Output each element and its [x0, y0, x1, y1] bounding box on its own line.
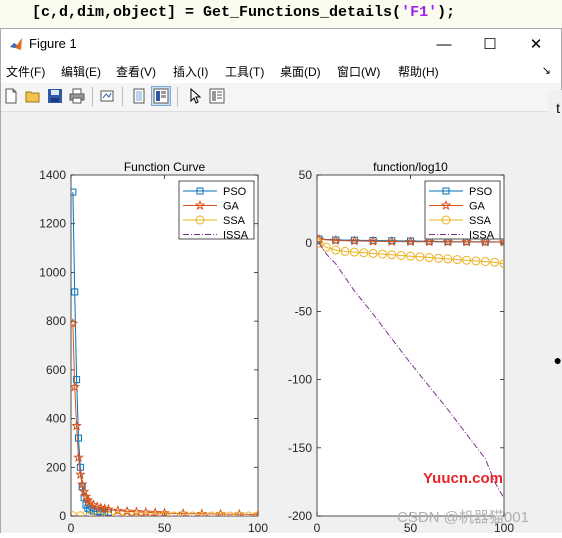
x-tick-label: 0	[68, 521, 75, 533]
x-tick-label: 0	[314, 521, 321, 533]
matlab-logo-icon	[9, 37, 23, 51]
y-tick-label: 1000	[39, 265, 66, 279]
editor-clipped-text: t	[556, 100, 560, 116]
chart-title: Function Curve	[124, 160, 206, 174]
x-tick-label: 100	[248, 521, 268, 533]
menu-window[interactable]: 窗口(W)	[337, 63, 380, 80]
close-button[interactable]: ✕	[513, 29, 559, 59]
legend-label: SSA	[469, 215, 492, 227]
menu-view[interactable]: 查看(V)	[116, 63, 156, 80]
y-tick-label: 1400	[39, 168, 66, 182]
legend-label: ISSA	[469, 230, 495, 242]
legend-label: GA	[223, 201, 240, 213]
menu-overflow-icon[interactable]: ↘	[542, 64, 551, 77]
x-tick-label: 50	[158, 521, 172, 533]
edit-plot-cursor-icon[interactable]	[185, 86, 205, 106]
site-watermark: Yuucn.com	[423, 470, 503, 487]
maximize-icon: ☐	[483, 35, 496, 53]
y-tick-label: 0	[59, 509, 66, 523]
show-plot-tools-icon[interactable]	[151, 86, 171, 106]
legend-label: SSA	[223, 215, 246, 227]
toolbar	[1, 83, 561, 112]
code-line[interactable]: [c,d,dim,object] = Get_Functions_details…	[0, 0, 562, 28]
menu-insert[interactable]: 插入(I)	[173, 63, 208, 80]
link-plot-icon[interactable]	[97, 86, 117, 106]
menu-tools[interactable]: 工具(T)	[225, 63, 264, 80]
author-watermark: CSDN @机器猫001	[397, 506, 529, 527]
y-tick-label: 200	[46, 460, 66, 474]
property-inspector-icon[interactable]	[207, 86, 227, 106]
code-prefix: [c,d,dim,object] = Get_Functions_details…	[32, 4, 401, 21]
chart-title: function/log10	[373, 160, 448, 174]
y-tick-label: 800	[46, 314, 66, 328]
toolbar-separator	[177, 87, 178, 106]
y-tick-label: 0	[305, 236, 312, 250]
code-string: 'F1'	[401, 4, 437, 21]
y-tick-label: 400	[46, 412, 66, 426]
toolbar-separator	[122, 87, 123, 106]
open-file-icon[interactable]	[23, 86, 43, 106]
title-bar[interactable]: Figure 1 — ☐ ✕	[1, 29, 561, 59]
y-tick-label: -150	[288, 441, 312, 455]
hide-plot-tools-icon[interactable]	[129, 86, 149, 106]
code-text: [c,d,dim,object] = Get_Functions_details…	[32, 4, 455, 21]
window-title: Figure 1	[29, 36, 77, 51]
toolbar-separator	[92, 87, 93, 106]
minimize-button[interactable]: —	[421, 29, 467, 59]
legend-label: PSO	[223, 186, 247, 198]
y-tick-label: -50	[295, 304, 313, 318]
menu-bar: 文件(F) 编辑(E) 查看(V) 插入(I) 工具(T) 桌面(D) 窗口(W…	[1, 59, 561, 83]
menu-edit[interactable]: 编辑(E)	[61, 63, 101, 80]
y-tick-label: 50	[299, 168, 313, 182]
legend: PSO GA SSA ISSA	[425, 181, 500, 242]
legend-label: GA	[469, 201, 486, 213]
close-icon: ✕	[530, 35, 543, 53]
y-tick-label: 600	[46, 363, 66, 377]
y-tick-label: -200	[288, 509, 312, 523]
editor-scroll-edge	[548, 90, 562, 533]
chart-1: Function Curve05010002004006008001000120…	[39, 160, 268, 533]
save-icon[interactable]	[45, 86, 65, 106]
menu-desktop[interactable]: 桌面(D)	[280, 63, 321, 80]
legend-label: ISSA	[223, 230, 249, 242]
menu-file[interactable]: 文件(F)	[6, 63, 45, 80]
maximize-button[interactable]: ☐	[467, 29, 513, 59]
legend: PSO GA SSA ISSA	[179, 181, 254, 242]
print-icon[interactable]	[67, 86, 87, 106]
figure-window: Figure 1 — ☐ ✕ 文件(F) 编辑(E) 查看(V) 插入(I) 工…	[0, 28, 562, 533]
y-tick-label: 1200	[39, 217, 66, 231]
code-suffix: );	[437, 4, 455, 21]
y-tick-label: -100	[288, 373, 312, 387]
minimize-icon: —	[437, 36, 452, 53]
new-figure-icon[interactable]	[1, 86, 21, 106]
legend-label: PSO	[469, 186, 493, 198]
menu-help[interactable]: 帮助(H)	[398, 63, 439, 80]
editor-breakpoint-dot: ●	[554, 352, 562, 368]
